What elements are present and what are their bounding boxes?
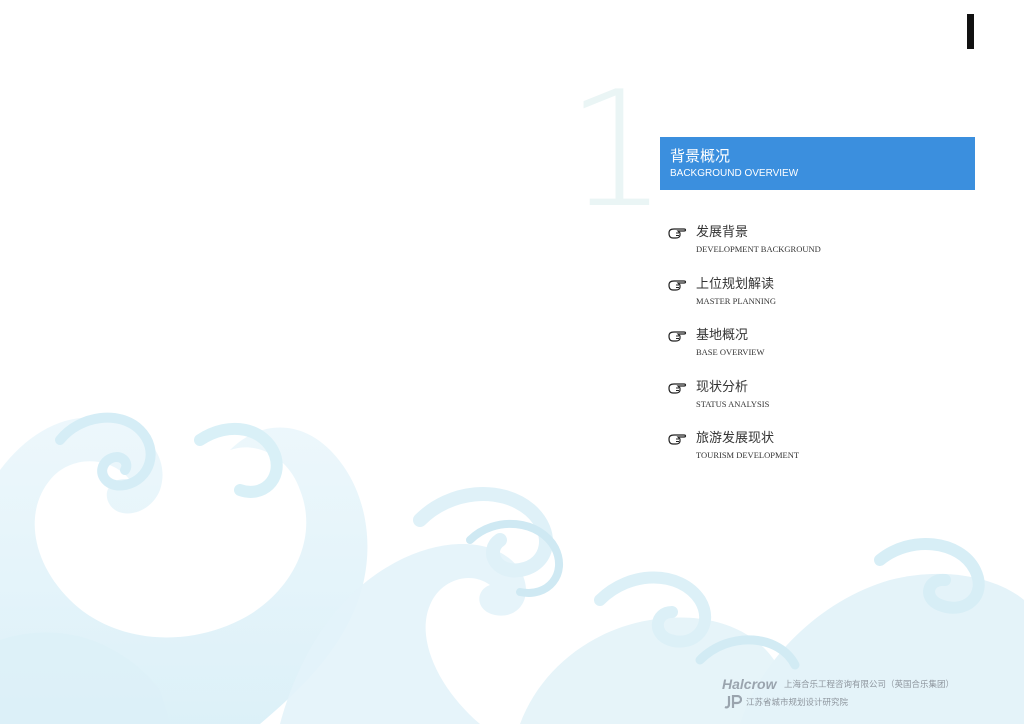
pointing-hand-icon [668,280,687,291]
toc-item-title-en: TOURISM DEVELOPMENT [696,450,800,460]
section-title-en: BACKGROUND OVERVIEW [670,168,799,179]
toc-item-title-zh: 基地概况 [696,328,749,343]
toc-item-title-en: BASE OVERVIEW [696,347,765,357]
footer: Halcrow 上海合乐工程咨询有限公司（英国合乐集团） 江苏省城市规划设计研究… [722,676,1022,716]
toc-item-title-zh: 发展背景 [696,225,749,240]
pointing-hand-icon [668,331,687,342]
toc-item-title-zh: 旅游发展现状 [696,431,775,446]
pointing-hand-icon [668,434,687,445]
pointing-hand-icon [668,228,687,239]
halcrow-logo: Halcrow [722,676,777,692]
company-name-1: 上海合乐工程咨询有限公司（英国合乐集团） [784,679,955,689]
section-header: 背景概况 BACKGROUND OVERVIEW [660,137,975,190]
toc-item-title-zh: 现状分析 [696,380,749,395]
corner-bar [967,14,974,49]
jp-logo-icon [724,695,742,709]
pointing-hand-icon [668,383,687,394]
toc-item-title-en: DEVELOPMENT BACKGROUND [696,244,821,254]
wave-background [0,412,1024,724]
company-name-2: 江苏省城市规划设计研究院 [746,697,849,707]
toc-item-title-en: MASTER PLANNING [696,296,777,306]
section-number: 1 [566,56,668,243]
section-title-zh: 背景概况 [670,148,731,165]
toc-item-title-en: STATUS ANALYSIS [696,399,770,409]
toc-item-title-zh: 上位规划解读 [696,277,775,292]
